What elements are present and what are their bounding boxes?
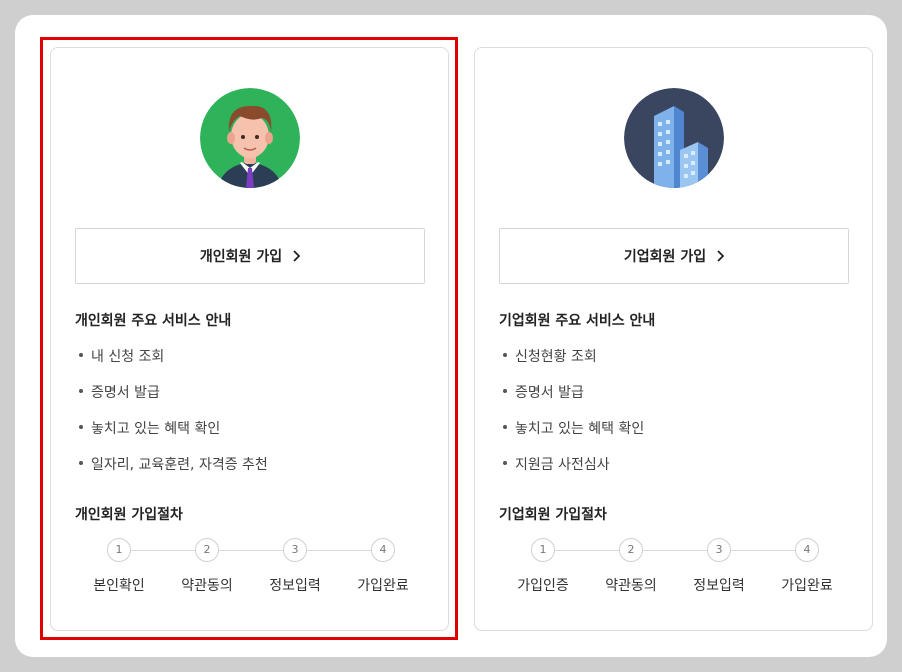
step-number: 3 [707,538,731,562]
list-item: 놓치고 있는 혜택 확인 [501,418,644,454]
step-label: 가입완료 [781,578,833,594]
step-4: 4 가입완료 [763,538,851,595]
step-number: 4 [795,538,819,562]
step-number: 1 [531,538,555,562]
step-label: 약관동의 [605,578,657,594]
step-number: 2 [619,538,643,562]
list-item: 증명서 발급 [501,382,644,418]
building-avatar-icon [624,88,724,188]
corporate-member-card: 기업회원 가입 기업회원 주요 서비스 안내 신청현황 조회 증명서 발급 놓치… [474,47,873,631]
corporate-signup-steps: 1 가입인증 2 약관동의 3 정보입력 4 가입완료 [499,538,849,598]
selection-highlight-box [40,37,458,640]
corporate-services-title: 기업회원 주요 서비스 안내 [499,313,656,329]
step-1: 1 가입인증 [499,538,587,595]
corporate-services-list: 신청현황 조회 증명서 발급 놓치고 있는 혜택 확인 지원금 사전심사 [501,346,644,490]
corporate-join-label: 기업회원 가입 [623,249,707,265]
corporate-join-button[interactable]: 기업회원 가입 [499,228,849,284]
step-label: 가입인증 [517,578,569,594]
step-3: 3 정보입력 [675,538,763,595]
step-2: 2 약관동의 [587,538,675,595]
step-label: 정보입력 [693,578,745,594]
chevron-right-icon [716,250,725,262]
corporate-process-title: 기업회원 가입절차 [499,507,607,523]
list-item: 신청현황 조회 [501,346,644,382]
list-item: 지원금 사전심사 [501,454,644,490]
